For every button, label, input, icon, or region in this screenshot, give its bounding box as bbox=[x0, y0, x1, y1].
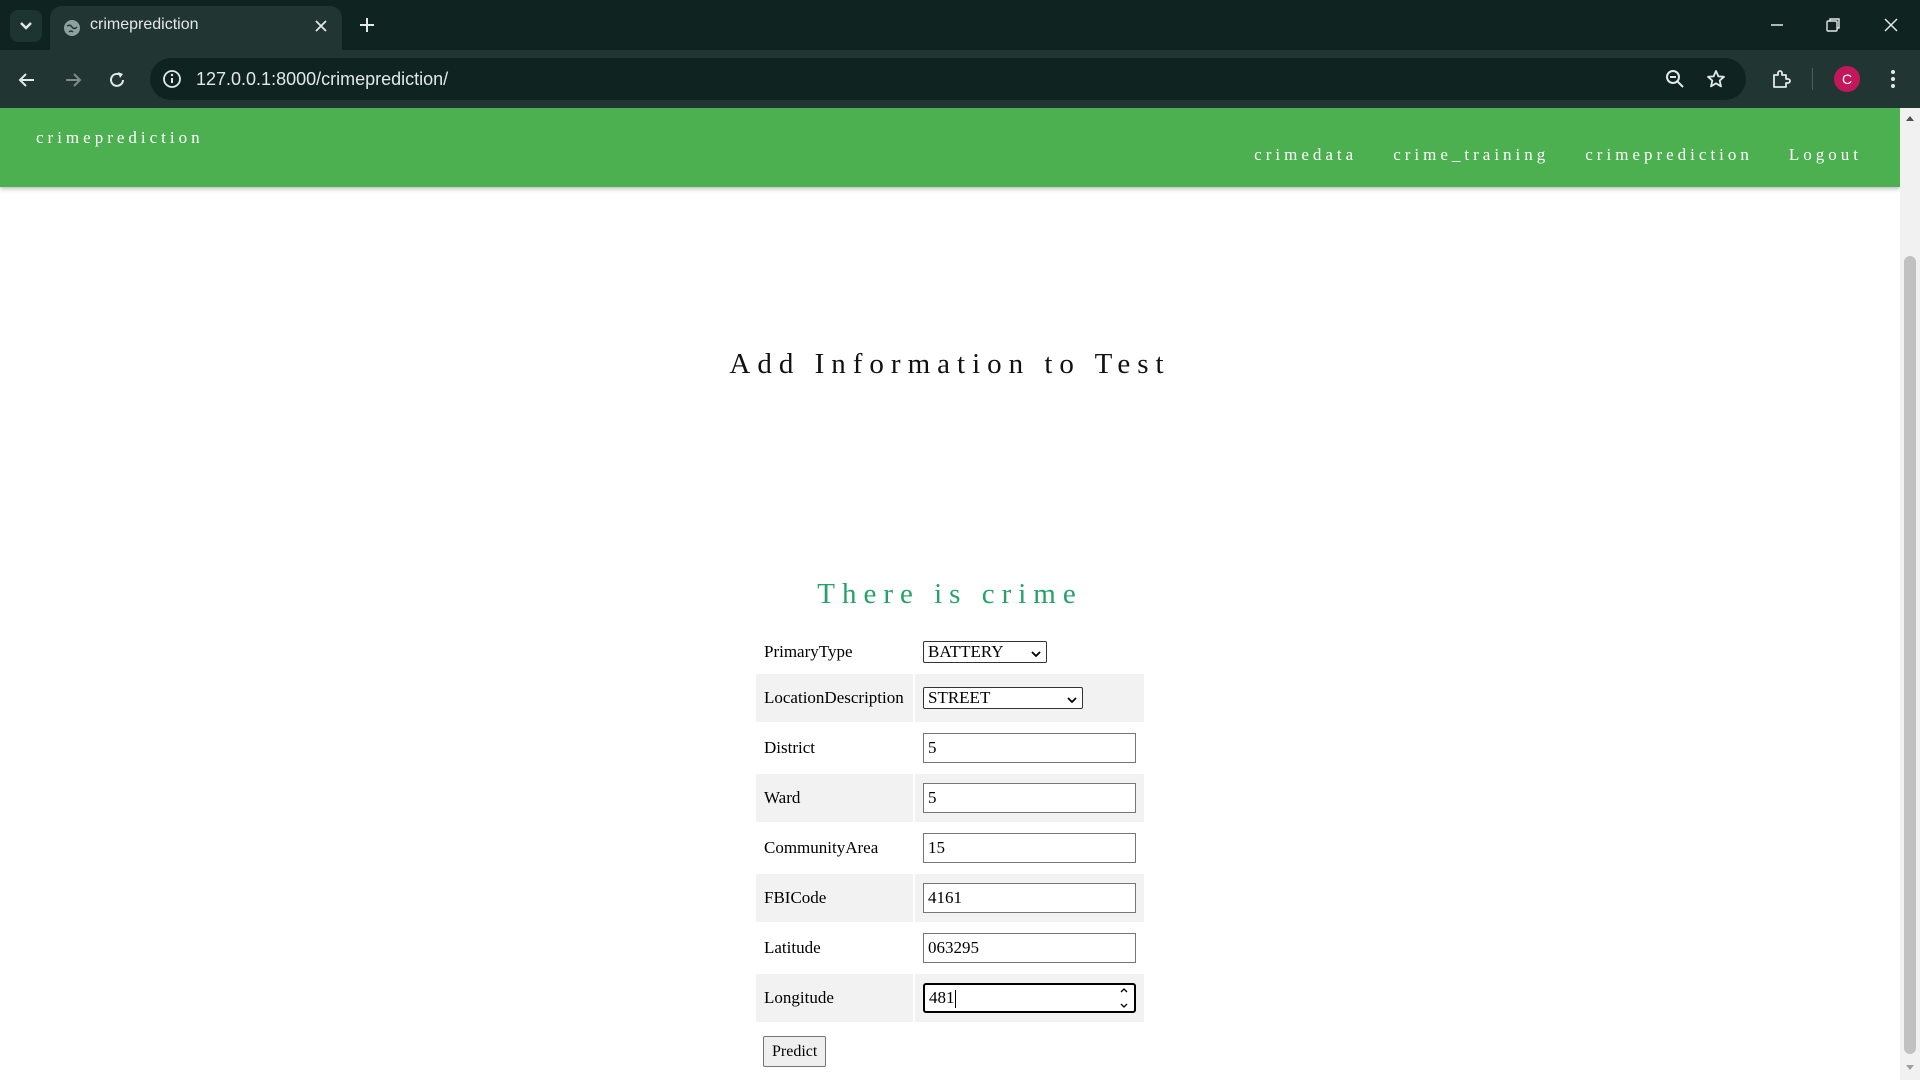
avatar[interactable]: C bbox=[1834, 66, 1860, 92]
forward-icon[interactable] bbox=[56, 63, 90, 97]
window-close-icon[interactable] bbox=[1874, 8, 1908, 42]
text-caret bbox=[954, 990, 956, 1009]
community-area-input[interactable]: 15 bbox=[923, 833, 1136, 863]
input-value: 481 bbox=[929, 988, 955, 1007]
info-icon[interactable] bbox=[160, 67, 184, 91]
site-header: crimeprediction crimedata crime_training… bbox=[0, 108, 1900, 187]
browser-tab[interactable]: crimeprediction bbox=[50, 6, 342, 50]
chevron-down-icon bbox=[1066, 691, 1078, 711]
nav-link-crimeprediction[interactable]: crimeprediction bbox=[1585, 145, 1753, 165]
location-description-select[interactable]: STREET bbox=[923, 687, 1083, 709]
form-row-latitude: Latitude 063295 bbox=[756, 924, 1144, 972]
tab-title: crimeprediction bbox=[90, 16, 199, 33]
zoom-icon[interactable] bbox=[1663, 67, 1687, 91]
select-value: STREET bbox=[928, 688, 991, 707]
form-row-community-area: CommunityArea 15 bbox=[756, 824, 1144, 872]
extensions-icon[interactable] bbox=[1764, 62, 1798, 96]
field-label: Latitude bbox=[764, 938, 821, 957]
site-nav: crimedata crime_training crimeprediction… bbox=[1254, 145, 1862, 165]
form-row-fbi-code: FBICode 4161 bbox=[756, 874, 1144, 922]
nav-link-logout[interactable]: Logout bbox=[1789, 145, 1862, 165]
spin-down-icon[interactable] bbox=[1119, 1002, 1129, 1009]
address-bar[interactable]: 127.0.0.1:8000/crimeprediction/ bbox=[150, 58, 1746, 100]
field-label: Longitude bbox=[756, 974, 913, 1022]
select-value: BATTERY bbox=[928, 641, 1004, 661]
page-scrollbar[interactable] bbox=[1900, 108, 1920, 1080]
nav-link-crimedata[interactable]: crimedata bbox=[1254, 145, 1357, 165]
field-label: Ward bbox=[756, 774, 913, 822]
browser-tab-strip: crimeprediction bbox=[0, 0, 1920, 50]
more-icon[interactable] bbox=[1876, 62, 1910, 96]
scrollbar-thumb[interactable] bbox=[1904, 256, 1916, 1054]
prediction-result: There is crime bbox=[817, 578, 1083, 610]
plus-icon[interactable] bbox=[352, 10, 382, 40]
browser-toolbar: 127.0.0.1:8000/crimeprediction/ C bbox=[0, 50, 1920, 108]
predict-button[interactable]: Predict bbox=[763, 1036, 827, 1067]
page-title: Add Information to Test bbox=[729, 348, 1171, 380]
field-label: PrimaryType bbox=[764, 641, 853, 661]
ward-input[interactable]: 5 bbox=[923, 783, 1136, 813]
toolbar-divider bbox=[1812, 68, 1813, 90]
field-label: FBICode bbox=[756, 874, 913, 922]
prediction-form: PrimaryType BATTERY LocationDescription … bbox=[754, 629, 1146, 1024]
spin-up-icon[interactable] bbox=[1119, 987, 1129, 994]
site-brand[interactable]: crimeprediction bbox=[36, 128, 204, 148]
globe-icon bbox=[62, 18, 82, 38]
url-text: 127.0.0.1:8000/crimeprediction/ bbox=[196, 69, 449, 89]
longitude-input[interactable]: 481 bbox=[923, 983, 1136, 1013]
page-viewport: crimeprediction crimedata crime_training… bbox=[0, 108, 1900, 1078]
form-row-ward: Ward 5 bbox=[756, 774, 1144, 822]
primary-type-select[interactable]: BATTERY bbox=[923, 640, 1047, 665]
minimize-icon[interactable] bbox=[1760, 8, 1794, 42]
restore-icon[interactable] bbox=[1816, 8, 1850, 42]
field-label: CommunityArea bbox=[764, 838, 879, 857]
field-label: District bbox=[764, 738, 815, 757]
reload-icon[interactable] bbox=[100, 63, 134, 97]
fbi-code-input[interactable]: 4161 bbox=[923, 883, 1136, 913]
nav-link-crime-training[interactable]: crime_training bbox=[1393, 145, 1549, 165]
form-row-primary-type: PrimaryType BATTERY bbox=[756, 631, 1144, 672]
district-input[interactable]: 5 bbox=[923, 733, 1136, 763]
form-row-location-description: LocationDescription STREET bbox=[756, 674, 1144, 722]
tab-list-icon[interactable] bbox=[10, 10, 42, 42]
back-icon[interactable] bbox=[10, 63, 44, 97]
form-row-longitude: Longitude 481 bbox=[756, 974, 1144, 1022]
field-label: LocationDescription bbox=[756, 674, 913, 722]
scroll-up-icon[interactable] bbox=[1905, 114, 1915, 122]
chevron-down-icon bbox=[1030, 645, 1042, 665]
latitude-input[interactable]: 063295 bbox=[923, 933, 1136, 963]
scroll-down-icon[interactable] bbox=[1905, 1064, 1915, 1072]
form-row-district: District 5 bbox=[756, 724, 1144, 772]
number-spinner[interactable] bbox=[1119, 987, 1129, 1009]
star-icon[interactable] bbox=[1704, 67, 1728, 91]
close-icon[interactable] bbox=[310, 15, 332, 37]
